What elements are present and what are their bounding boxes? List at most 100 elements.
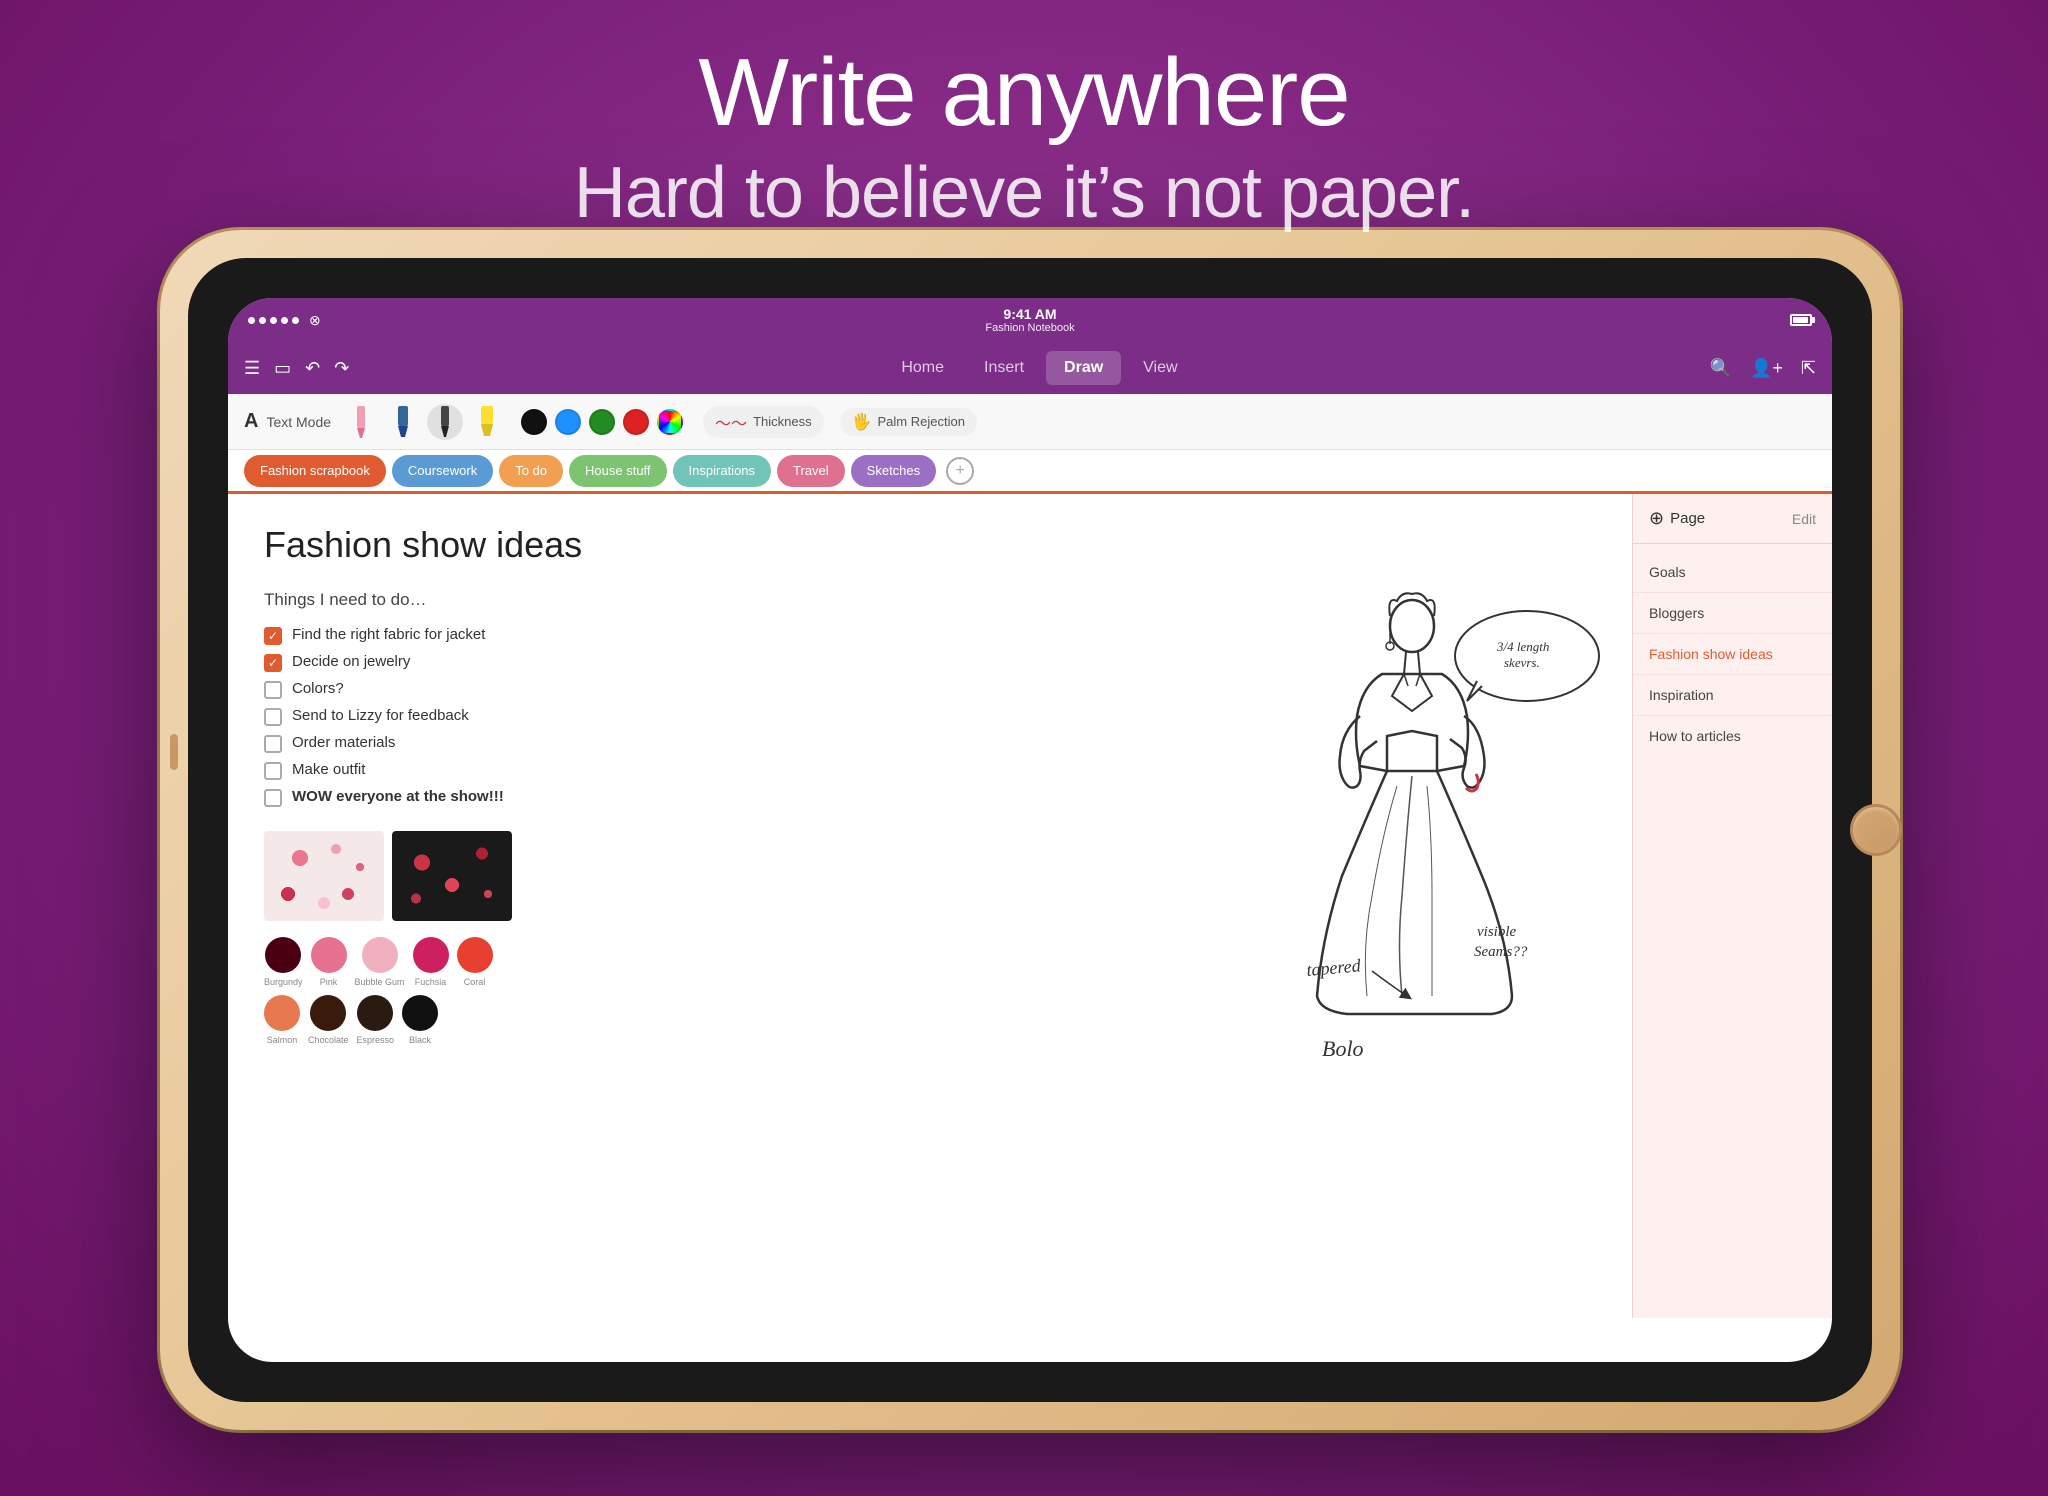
tab-home[interactable]: Home [883,351,962,385]
todo-item-1: ✓ Find the right fabric for jacket [264,626,1596,645]
swatch-label-black: Black [409,1035,431,1045]
panel-item-bloggers[interactable]: Bloggers [1633,593,1832,634]
nav-right-icons: 🔍 👤+ ⇱ [1710,358,1816,379]
panel-edit-button[interactable]: Edit [1792,511,1816,527]
fabric-pink-floral [264,831,384,921]
status-bar: ⊗ 9:41 AM Fashion Notebook [228,298,1832,342]
swatch-label-burgundy: Burgundy [264,977,303,987]
panel-item-goals[interactable]: Goals [1633,552,1832,593]
pink-brush-tool[interactable] [343,404,379,440]
redo-icon[interactable]: ↷ [334,358,349,379]
swatch-label-bubblegum: Bubble Gum [355,977,405,987]
yellow-highlighter-tool[interactable] [469,404,505,440]
palm-rejection-button[interactable]: 🖐 Palm Rejection [840,408,977,436]
signal-dot-2 [259,317,266,324]
status-center: 9:41 AM Fashion Notebook [985,306,1074,335]
tab-fashion-scrapbook[interactable]: Fashion scrapbook [244,455,386,487]
main-content-area: Fashion show ideas Things I need to do… … [228,494,1832,1318]
status-time: 9:41 AM [985,306,1074,323]
tab-todo[interactable]: To do [499,455,563,487]
panel-item-inspiration[interactable]: Inspiration [1633,675,1832,716]
swatch-label-coral: Coral [464,977,486,987]
checkbox-7[interactable] [264,789,282,807]
thickness-button[interactable]: 〜〜 Thickness [703,406,824,438]
panel-add-button[interactable]: ⊕ Page [1649,508,1705,529]
swatch-circle-coral[interactable] [457,937,493,973]
swatch-circle-chocolate[interactable] [310,995,346,1031]
right-panel: ⊕ Page Edit Goals Bloggers Fashion show … [1632,494,1832,1318]
todo-item-5: Order materials [264,734,1596,753]
swatch-circle-burgundy[interactable] [265,937,301,973]
notebook-name: Fashion Notebook [985,322,1074,334]
panel-item-how-to[interactable]: How to articles [1633,716,1832,756]
ipad-device: ⊗ 9:41 AM Fashion Notebook ☰ ▭ ↶ [160,230,1900,1430]
checkbox-3[interactable] [264,681,282,699]
swatch-black: Black [402,995,438,1045]
checkbox-2[interactable]: ✓ [264,654,282,672]
tab-insert[interactable]: Insert [966,351,1042,385]
tab-house-stuff[interactable]: House stuff [569,455,667,487]
fullscreen-icon[interactable]: ⇱ [1801,358,1816,379]
swatch-circle-espresso[interactable] [357,995,393,1031]
tab-travel[interactable]: Travel [777,455,845,487]
swatch-circle-black[interactable] [402,995,438,1031]
page-content: Fashion show ideas Things I need to do… … [228,494,1632,1318]
todo-item-6: Make outfit [264,761,1596,780]
swatch-coral: Coral [457,937,493,987]
todo-item-2: ✓ Decide on jewelry [264,653,1596,672]
tab-draw[interactable]: Draw [1046,351,1121,385]
color-rainbow[interactable] [657,409,683,435]
fabric-images [264,831,1596,921]
color-blue[interactable] [555,409,581,435]
undo-icon[interactable]: ↶ [305,358,320,379]
page-title: Fashion show ideas [264,524,1596,566]
swatch-pink: Pink [311,937,347,987]
drawing-toolbar: A Text Mode [228,394,1832,450]
color-red[interactable] [623,409,649,435]
tab-coursework[interactable]: Coursework [392,455,493,487]
add-tab-button[interactable]: + [946,457,974,485]
swatch-label-salmon: Salmon [267,1035,298,1045]
status-left: ⊗ [248,312,321,329]
hamburger-icon[interactable]: ☰ [244,358,260,379]
nav-tabs: Home Insert Draw View [369,351,1709,385]
checkbox-1[interactable]: ✓ [264,627,282,645]
checkbox-4[interactable] [264,708,282,726]
add-user-icon[interactable]: 👤+ [1750,358,1783,379]
color-green[interactable] [589,409,615,435]
swatch-circle-salmon[interactable] [264,995,300,1031]
color-picker-tools [521,409,683,435]
swatch-label-fuchsia: Fuchsia [415,977,447,987]
swatch-circle-fuchsia[interactable] [413,937,449,973]
swatch-label-chocolate: Chocolate [308,1035,349,1045]
status-right [1790,314,1812,326]
search-icon[interactable]: 🔍 [1710,358,1732,379]
todo-text-1: Find the right fabric for jacket [292,626,485,643]
color-black[interactable] [521,409,547,435]
ipad-bezel: ⊗ 9:41 AM Fashion Notebook ☰ ▭ ↶ [188,258,1872,1402]
tab-inspirations[interactable]: Inspirations [673,455,771,487]
todo-text-2: Decide on jewelry [292,653,410,670]
home-button[interactable] [1850,804,1902,856]
swatch-circle-bubblegum[interactable] [362,937,398,973]
panel-header: ⊕ Page Edit [1633,494,1832,544]
tab-view[interactable]: View [1125,351,1195,385]
signal-dot-3 [270,317,277,324]
todo-text-3: Colors? [292,680,344,697]
swatch-espresso: Espresso [357,995,395,1045]
checkbox-6[interactable] [264,762,282,780]
text-mode-control[interactable]: A Text Mode [244,410,331,433]
tab-sketches[interactable]: Sketches [851,455,936,487]
todo-item-4: Send to Lizzy for feedback [264,707,1596,726]
signal-dot-4 [281,317,288,324]
side-button [170,734,178,770]
dark-pen-tool[interactable] [427,404,463,440]
fabric-dark-floral [392,831,512,921]
sidebar-icon[interactable]: ▭ [274,358,291,379]
swatch-circle-pink[interactable] [311,937,347,973]
swatch-fuchsia: Fuchsia [413,937,449,987]
panel-item-fashion-show[interactable]: Fashion show ideas [1633,634,1832,675]
checkbox-5[interactable] [264,735,282,753]
wifi-icon: ⊗ [309,312,321,329]
blue-marker-tool[interactable] [385,404,421,440]
